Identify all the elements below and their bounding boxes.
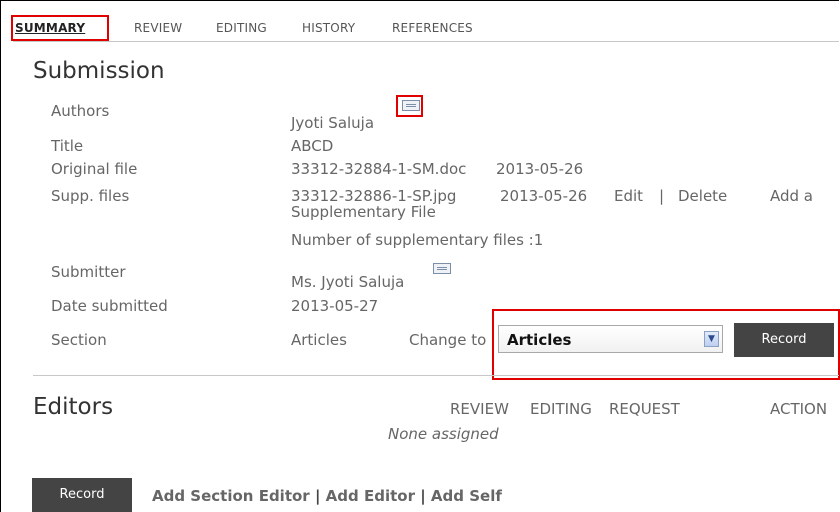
supp-file-count: Number of supplementary files :1: [291, 231, 544, 249]
col-action: ACTION: [770, 400, 828, 418]
title-label: Title: [51, 137, 84, 155]
date-submitted-value: 2013-05-27: [291, 297, 379, 315]
submitter-label: Submitter: [51, 263, 126, 281]
original-file-date: 2013-05-26: [496, 160, 584, 178]
submitter-value: Ms. Jyoti Saluja: [291, 273, 405, 291]
original-file-label: Original file: [51, 160, 138, 178]
title-value: ABCD: [291, 137, 334, 155]
add-supp-file-link[interactable]: Add a: [770, 187, 813, 205]
link-separator: |: [659, 187, 665, 205]
section-value: Articles: [291, 331, 347, 349]
authors-label: Authors: [51, 102, 110, 120]
actions-separator: |: [314, 487, 321, 505]
editors-heading: Editors: [33, 394, 114, 420]
tab-references[interactable]: REFERENCES: [392, 21, 473, 35]
add-editor-link[interactable]: Add Editor: [326, 487, 415, 505]
tab-review[interactable]: REVIEW: [134, 21, 182, 35]
submission-heading: Submission: [33, 58, 165, 84]
tab-history[interactable]: HISTORY: [302, 21, 355, 35]
section-divider: [33, 375, 839, 376]
tab-summary[interactable]: SUMMARY: [15, 21, 85, 35]
col-request: REQUEST: [609, 400, 680, 418]
editor-actions: Add Section Editor | Add Editor | Add Se…: [152, 487, 502, 505]
chevron-down-icon[interactable]: ▼: [704, 331, 719, 347]
actions-separator: |: [420, 487, 426, 505]
tab-divider: [13, 41, 839, 42]
supp-edit-link[interactable]: Edit: [614, 187, 643, 205]
col-review: REVIEW: [450, 400, 509, 418]
original-file-link[interactable]: 33312-32884-1-SM.doc: [291, 160, 466, 178]
col-editing: EDITING: [530, 400, 592, 418]
change-to-label: Change to: [409, 331, 487, 349]
envelope-icon[interactable]: [433, 263, 451, 274]
record-editors-button[interactable]: Record: [32, 478, 132, 512]
add-section-editor-link[interactable]: Add Section Editor: [152, 487, 310, 505]
date-submitted-label: Date submitted: [51, 297, 168, 315]
section-select[interactable]: Articles ▼: [498, 325, 723, 353]
add-self-link[interactable]: Add Self: [431, 487, 502, 505]
record-section-button[interactable]: Record: [734, 323, 834, 357]
supp-file-date: 2013-05-26: [500, 187, 588, 205]
add-supp-file-link-cont[interactable]: Supplementary File: [291, 203, 436, 221]
section-label: Section: [51, 331, 107, 349]
tab-editing[interactable]: EDITING: [216, 21, 267, 35]
supp-files-label: Supp. files: [51, 187, 130, 205]
supp-delete-link[interactable]: Delete: [678, 187, 727, 205]
editors-empty-text: None assigned: [388, 425, 499, 443]
envelope-icon[interactable]: [402, 100, 420, 111]
section-select-value: Articles: [507, 331, 572, 349]
authors-value: Jyoti Saluja: [291, 114, 375, 132]
